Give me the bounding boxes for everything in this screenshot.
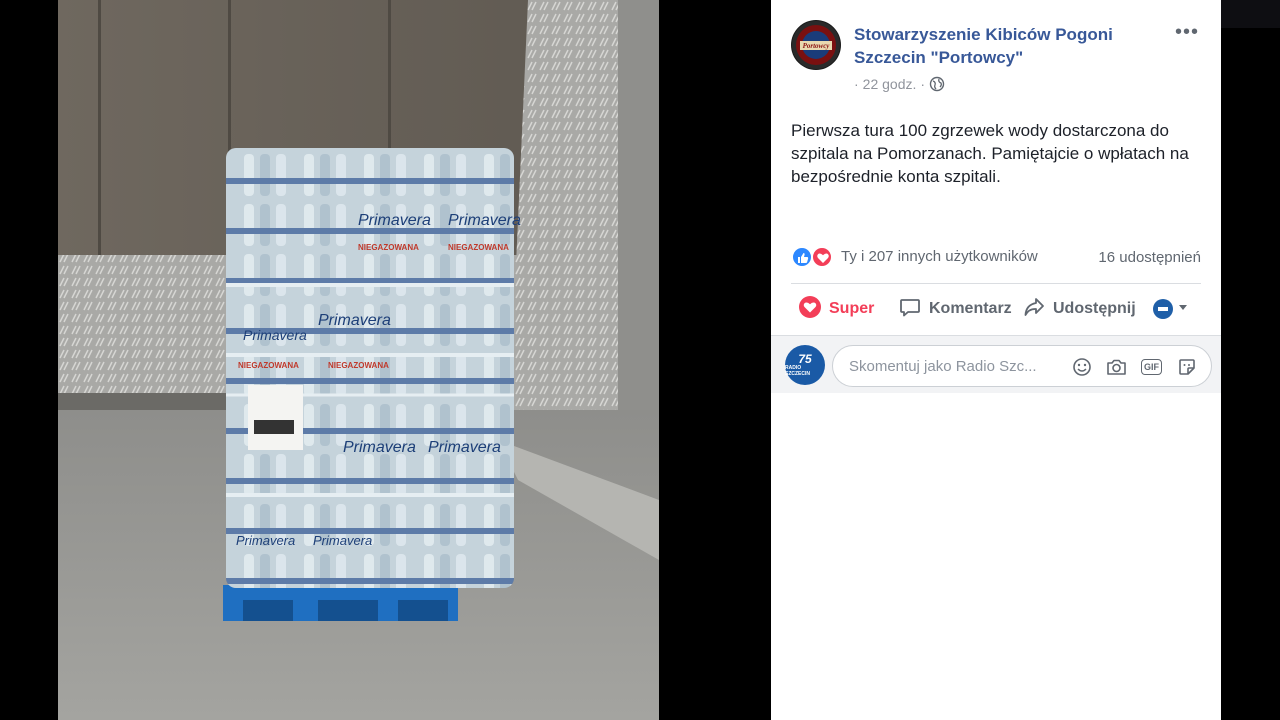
- audience-selector[interactable]: [1153, 290, 1189, 328]
- comment-placeholder: Skomentuj jako Radio Szc...: [849, 358, 1037, 375]
- post-time[interactable]: 22 godz.: [863, 76, 917, 92]
- globe-icon[interactable]: [929, 76, 945, 92]
- label-text: NIEGAZOWANA: [328, 361, 389, 370]
- top-corner: [1221, 0, 1280, 28]
- reactions-row: Ty i 207 innych użytkowników 16 udostępn…: [791, 245, 1201, 269]
- photo-viewer: Primavera Primavera Primavera Primavera …: [0, 0, 1280, 720]
- post-panel: Portowcy Stowarzyszenie Kibiców Pogoni S…: [771, 0, 1221, 720]
- share-label: Udostępnij: [1053, 300, 1136, 317]
- post-header: Portowcy Stowarzyszenie Kibiców Pogoni S…: [791, 20, 1211, 100]
- comment-area: 75 RADIO SZCZECIN Skomentuj jako Radio S…: [771, 335, 1221, 393]
- avatar-number: 75: [798, 351, 812, 366]
- share-button[interactable]: Udostępnij: [1023, 290, 1136, 328]
- comment-icon: [899, 296, 921, 323]
- label-text: NIEGAZOWANA: [238, 361, 299, 370]
- sticker-icon[interactable]: [1176, 356, 1197, 377]
- super-reaction-button[interactable]: Super: [799, 290, 874, 328]
- more-options-icon[interactable]: •••: [1173, 22, 1201, 44]
- gif-label: GIF: [1141, 358, 1162, 375]
- post-actions: Super Komentarz Udostępnij: [791, 290, 1201, 328]
- right-edge: [1221, 0, 1280, 720]
- post-text: Pierwsza tura 100 zgrzewek wody dostarcz…: [791, 121, 1189, 186]
- brand-text: Primavera: [243, 327, 307, 343]
- post-photo[interactable]: Primavera Primavera Primavera Primavera …: [58, 0, 659, 720]
- gif-icon[interactable]: GIF: [1141, 356, 1162, 377]
- page-name-link[interactable]: Stowarzyszenie Kibiców Pogoni Szczecin "…: [854, 23, 1144, 69]
- comment-button[interactable]: Komentarz: [899, 290, 1012, 328]
- meta-separator: ·: [854, 76, 859, 92]
- post-meta: · 22 godz. ·: [854, 76, 945, 92]
- love-reaction-icon: [811, 246, 833, 268]
- comment-tools: GIF: [1071, 356, 1197, 377]
- brand-text: Primavera: [358, 212, 431, 229]
- share-icon: [1023, 296, 1045, 323]
- brand-text: Primavera: [313, 533, 372, 548]
- brand-text: Primavera: [343, 439, 416, 456]
- brand-text: Primavera: [318, 312, 391, 329]
- commenter-avatar[interactable]: 75 RADIO SZCZECIN: [785, 345, 825, 385]
- brand-text: Primavera: [428, 439, 501, 456]
- meta-separator: ·: [920, 76, 926, 92]
- heart-icon: [799, 295, 821, 323]
- avatar-station: RADIO SZCZECIN: [785, 364, 810, 377]
- brand-text: Primavera: [236, 533, 295, 548]
- camera-icon[interactable]: [1106, 356, 1127, 377]
- comment-label: Komentarz: [929, 300, 1012, 317]
- page-avatar[interactable]: Portowcy: [791, 20, 841, 70]
- label-text: NIEGAZOWANA: [358, 243, 419, 252]
- super-label: Super: [829, 300, 875, 317]
- emoji-icon[interactable]: [1071, 356, 1092, 377]
- label-text: NIEGAZOWANA: [448, 243, 509, 252]
- comment-input[interactable]: Skomentuj jako Radio Szc... GIF: [832, 345, 1212, 387]
- divider: [791, 283, 1201, 284]
- like-reaction-icon: [791, 246, 813, 268]
- profile-avatar-icon: [1153, 299, 1173, 319]
- brand-text: Primavera: [448, 212, 521, 229]
- avatar-logo-text: Portowcy: [803, 42, 831, 50]
- reaction-icons[interactable]: [791, 246, 837, 268]
- reactions-summary[interactable]: Ty i 207 innych użytkowników: [841, 248, 1038, 265]
- shares-count[interactable]: 16 udostępnień: [1098, 249, 1201, 266]
- chevron-down-icon: [1177, 300, 1189, 318]
